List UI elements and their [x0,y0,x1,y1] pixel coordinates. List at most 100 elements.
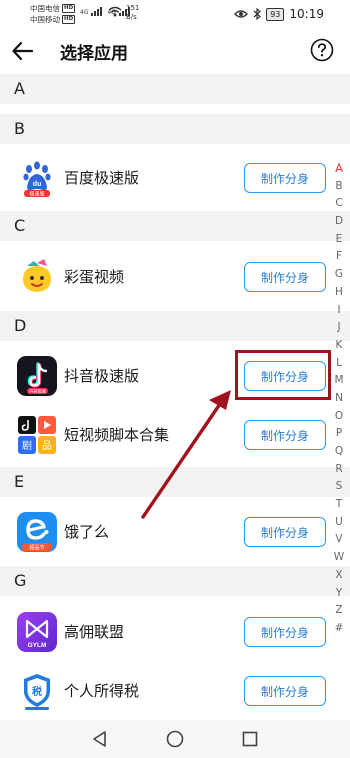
eleme-icon: 超品节 [17,512,57,552]
app-name: 抖音极速版 [64,367,140,385]
alphabet-index-letter[interactable]: T [332,496,346,514]
create-clone-button[interactable]: 制作分身 [244,163,326,193]
create-clone-button[interactable]: 制作分身 [244,617,326,647]
gylm-label: GYLM [28,642,47,649]
alphabet-index-letter[interactable]: R [332,461,346,479]
douyin-badge: 抖音极速 [29,388,47,395]
page-title: 选择应用 [60,44,128,64]
script-collection-icon: 剧 品 [17,415,57,455]
section-header-d: D [0,311,350,341]
back-button[interactable] [10,38,36,64]
carrier-1-label: 中国电信 [30,4,60,13]
section-header-e: E [0,467,350,497]
section-header-c: C [0,211,350,241]
gylm-icon: GYLM [17,612,57,652]
alphabet-index-letter[interactable]: H [332,284,346,302]
net-speed: 151 B/s [126,4,139,22]
status-right: 93 10:19 [234,7,324,21]
douyin-icon: 抖音极速 [17,356,57,396]
eye-comfort-icon [234,10,249,18]
net-speed-unit: B/s [126,13,137,21]
status-bar: 中国电信 HD 中国移动 HD 4G 4G 151 B/s 93 10:19 [0,0,350,28]
script-glyph-1: 剧 [22,440,32,452]
alphabet-index-letter[interactable]: K [332,337,346,355]
app-row-eleme: 超品节 饿了么 制作分身 [0,507,350,557]
tax-icon: 税 [17,671,57,711]
create-clone-button[interactable]: 制作分身 [244,517,326,547]
alphabet-index-letter[interactable]: I [332,302,346,320]
section-letter: C [14,216,26,235]
alphabet-index-letter[interactable]: D [332,213,346,231]
carrier-info: 中国电信 HD 中国移动 HD [30,3,76,25]
square-recents-icon [242,731,258,747]
net-speed-value: 151 [126,4,140,12]
create-clone-button[interactable]: 制作分身 [244,361,326,391]
app-name: 百度极速版 [64,169,140,187]
create-clone-button[interactable]: 制作分身 [244,420,326,450]
alphabet-index-letter[interactable]: U [332,514,346,532]
nav-back-button[interactable] [90,729,110,749]
app-name: 高佣联盟 [64,623,125,641]
network-type-1: 4G [80,9,89,16]
alphabet-index-letter[interactable]: C [332,195,346,213]
alphabet-index-letter[interactable]: A [332,160,346,178]
alphabet-index-letter[interactable]: N [332,390,346,408]
app-name: 短视频脚本合集 [64,426,170,444]
baidu-badge: 极速版 [29,191,44,198]
hd-badge: HD [62,4,76,13]
app-row-douyin: 抖音极速 抖音极速版 制作分身 [0,351,350,401]
nav-recents-button[interactable] [240,729,260,749]
battery-level: 93 [266,7,285,21]
clock: 10:19 [289,7,324,21]
section-header-g: G [0,566,350,596]
triangle-back-icon [93,731,106,747]
question-circle-icon [310,38,334,62]
section-letter: D [14,316,27,335]
alphabet-index-letter[interactable]: L [332,355,346,373]
section-letter: G [14,571,27,590]
nav-home-button[interactable] [165,729,185,749]
create-clone-button[interactable]: 制作分身 [244,676,326,706]
app-name: 个人所得税 [64,682,140,700]
app-name: 饿了么 [64,523,110,541]
app-row-script-collection: 剧 品 短视频脚本合集 制作分身 [0,410,350,460]
alphabet-index-letter[interactable]: E [332,231,346,249]
alphabet-index-letter[interactable]: S [332,478,346,496]
alphabet-index-letter[interactable]: F [332,248,346,266]
alphabet-index-letter[interactable]: # [332,620,346,638]
eleme-badge: 超品节 [29,544,44,551]
section-letter: A [14,79,25,98]
alphabet-index-letter[interactable]: J [332,319,346,337]
svg-text:du: du [33,181,42,188]
alphabet-index-letter[interactable]: B [332,178,346,196]
app-row-caidan: 彩蛋视频 制作分身 [0,252,350,302]
alphabet-index-letter[interactable]: P [332,425,346,443]
wifi-icon [108,6,122,17]
app-row-baidu: du 极速版 百度极速版 制作分身 [0,153,350,203]
app-name: 彩蛋视频 [64,268,125,286]
alphabet-index-letter[interactable]: O [332,408,346,426]
signal-1-icon [91,6,103,16]
alphabet-index[interactable]: A B C D E F G H I J K L M N O P Q R S T U V W X Y Z # [332,160,346,638]
signal-indicators: 4G 4G [80,6,130,16]
alphabet-index-letter[interactable]: Y [332,585,346,603]
app-header: 选择应用 [0,28,350,74]
create-clone-button[interactable]: 制作分身 [244,262,326,292]
section-header-b: B [0,114,350,144]
arrow-left-icon [12,41,34,61]
alphabet-index-letter[interactable]: X [332,567,346,585]
alphabet-index-letter[interactable]: V [332,531,346,549]
app-row-tax: 税 个人所得税 制作分身 [0,666,350,716]
script-glyph-2: 品 [42,440,52,452]
baidu-icon: du 极速版 [17,158,57,198]
section-letter: B [14,119,25,138]
alphabet-index-letter[interactable]: Q [332,443,346,461]
help-button[interactable] [310,38,334,62]
alphabet-index-letter[interactable]: G [332,266,346,284]
alphabet-index-letter[interactable]: Z [332,602,346,620]
alphabet-index-letter[interactable]: M [332,372,346,390]
alphabet-index-letter[interactable]: W [332,549,346,567]
section-header-a: A [0,74,350,104]
system-nav-bar [0,720,350,758]
caidan-icon [17,257,57,297]
